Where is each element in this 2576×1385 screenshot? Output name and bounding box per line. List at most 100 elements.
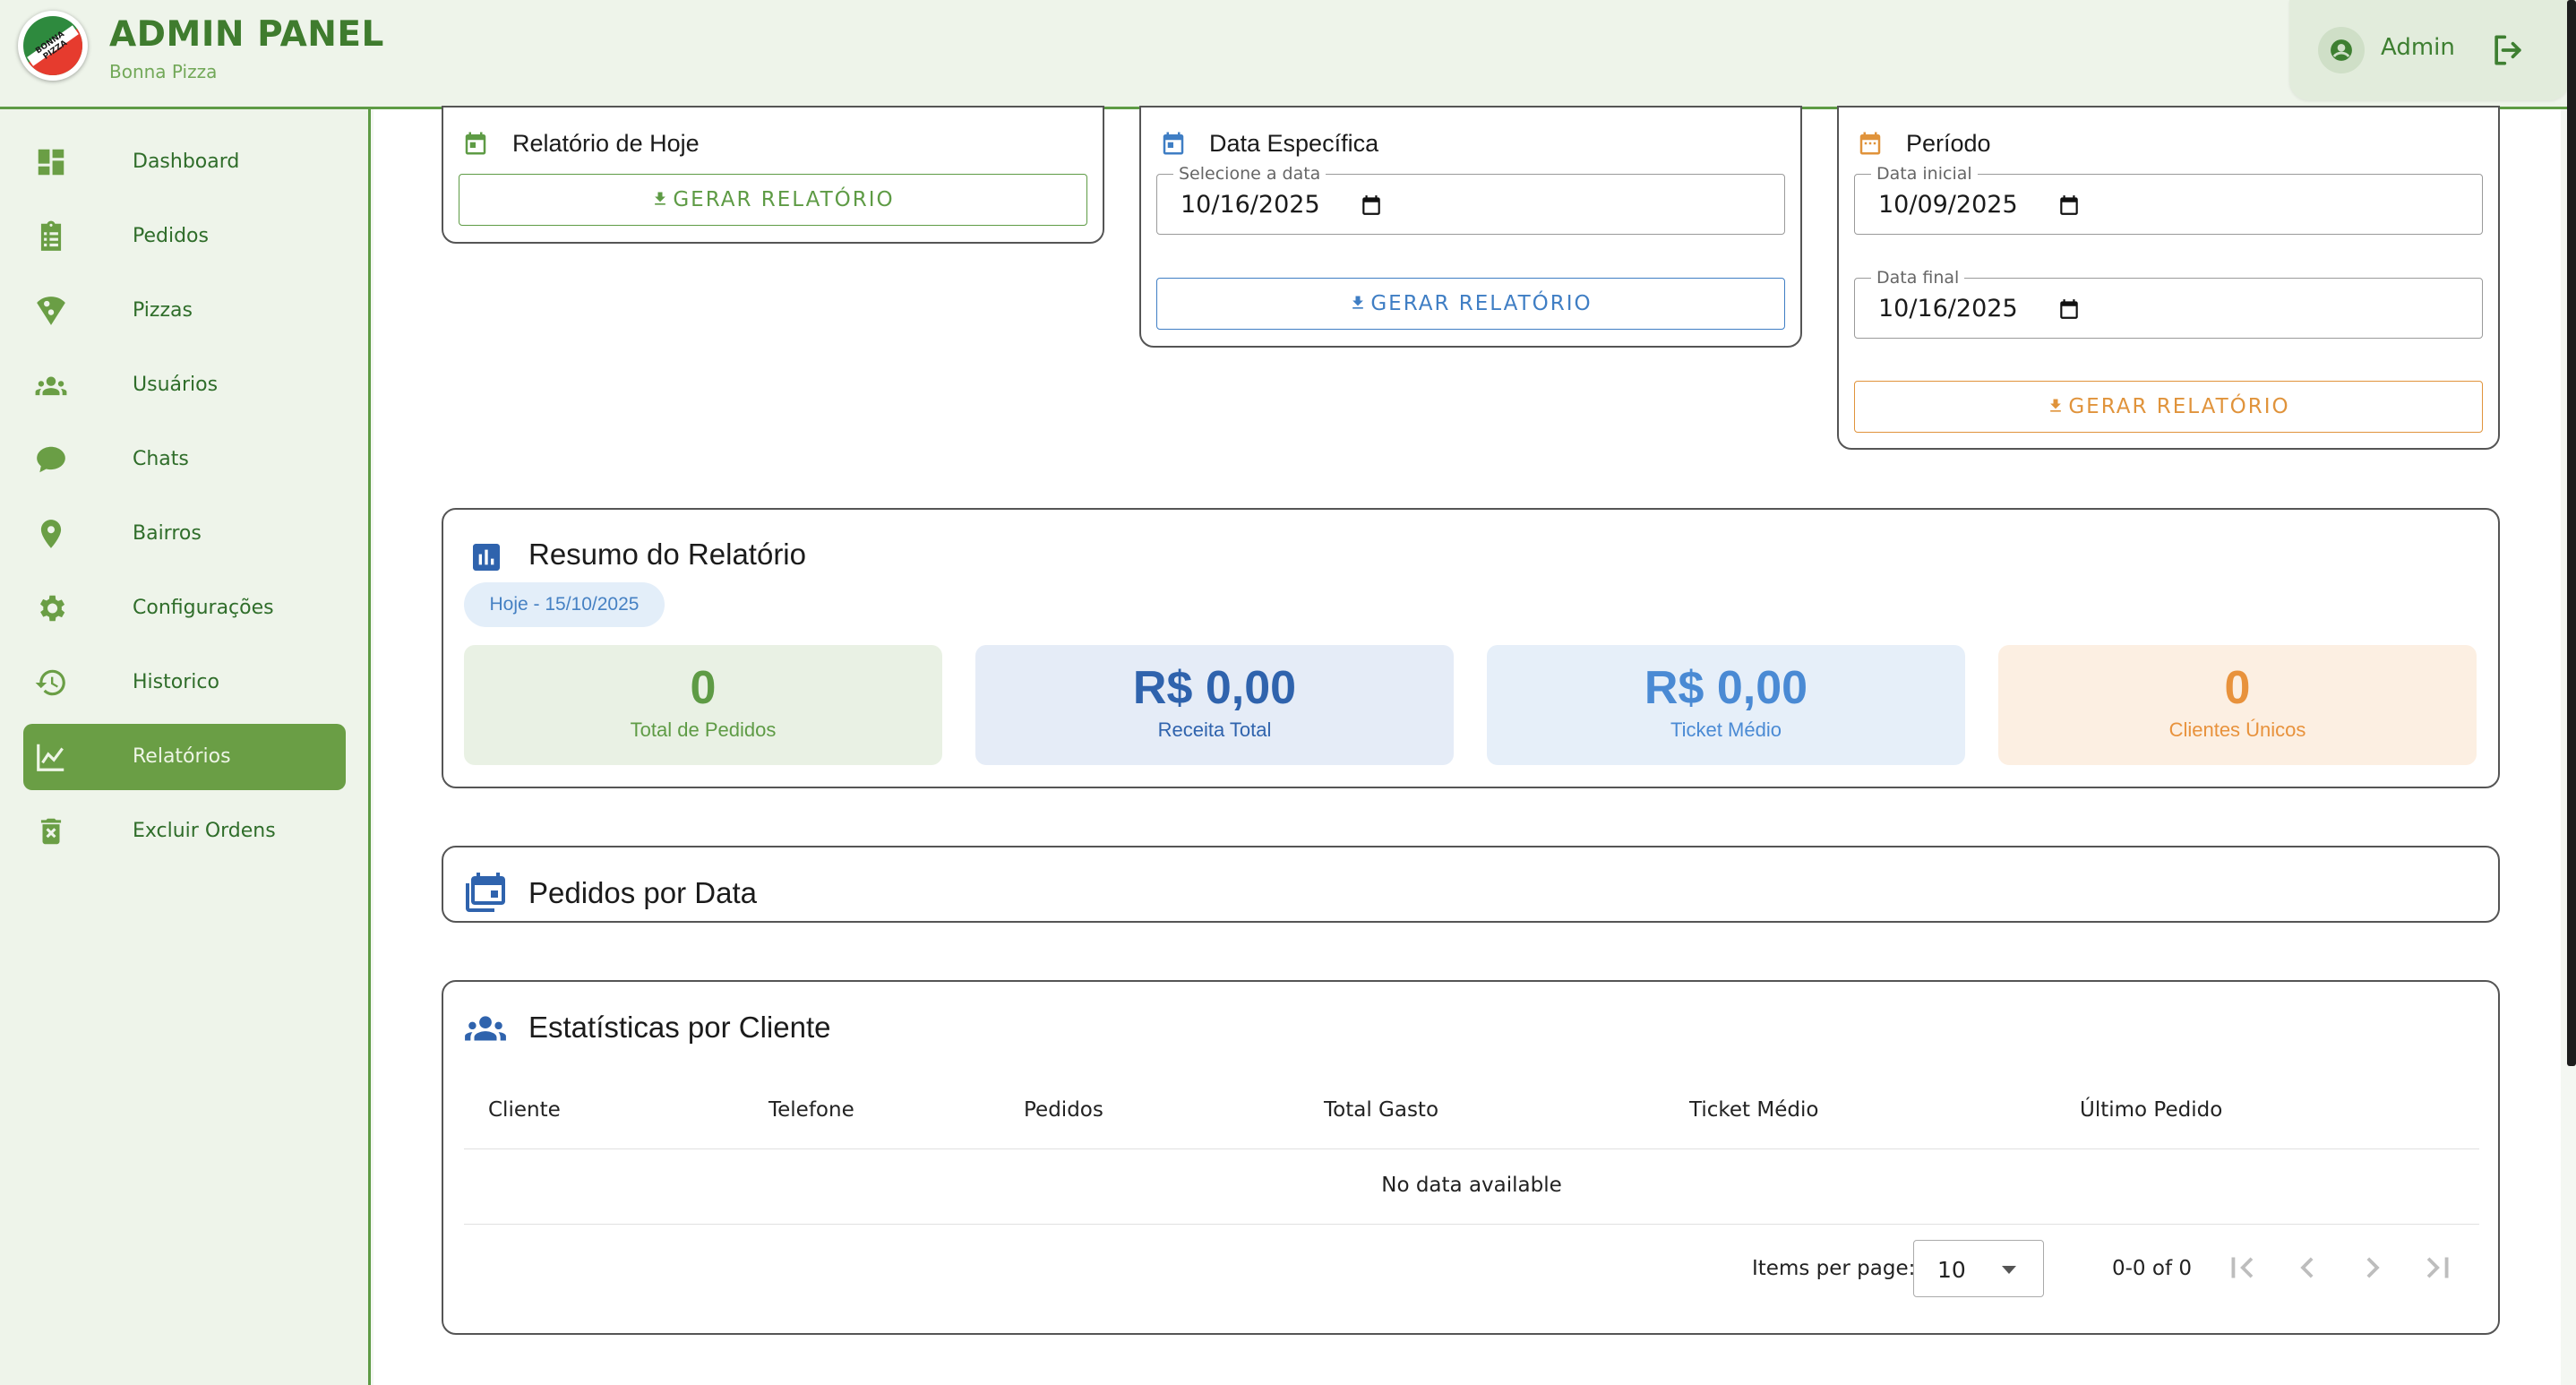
stat-total-revenue: R$ 0,00 Receita Total [975, 645, 1454, 765]
sidebar-item-pizzas[interactable]: Pizzas [23, 278, 346, 344]
sidebar-item-chats[interactable]: Chats [23, 426, 346, 493]
last-page-icon[interactable] [2417, 1247, 2459, 1288]
field-label: Data final [1871, 268, 1965, 288]
app-title: ADMIN PANEL [109, 14, 384, 55]
report-period-title: Período [1906, 130, 1991, 157]
download-icon [2050, 399, 2062, 412]
pagination-range: 0-0 of 0 [2112, 1257, 2192, 1280]
pizza-icon [37, 297, 65, 325]
button-label: GERAR RELATÓRIO [673, 188, 895, 211]
sidebar-item-label: Relatórios [133, 745, 231, 768]
user-avatar-icon[interactable] [2318, 27, 2365, 73]
chart-line-icon [37, 744, 64, 771]
app-subtitle: Bonna Pizza [109, 61, 218, 82]
user-name[interactable]: Admin [2381, 34, 2455, 61]
stat-value: R$ 0,00 [1644, 662, 1808, 714]
dashboard-icon [38, 149, 64, 176]
stat-label: Clientes Únicos [2168, 718, 2306, 741]
generate-today-report-button[interactable]: GERAR RELATÓRIO [459, 174, 1087, 226]
dropdown-arrow-icon [2002, 1266, 2016, 1274]
column-header-total-gasto[interactable]: Total Gasto [1324, 1098, 1438, 1122]
stat-label: Receita Total [1157, 718, 1272, 741]
location-pin-icon [40, 520, 62, 548]
column-header-pedidos[interactable]: Pedidos [1024, 1098, 1103, 1122]
sidebar-item-pedidos[interactable]: Pedidos [23, 203, 346, 270]
bonna-pizza-logo[interactable]: BONNA PIZZA [18, 11, 88, 81]
generate-period-report-button[interactable]: GERAR RELATÓRIO [1854, 381, 2483, 433]
orders-by-date-title: Pedidos por Data [528, 876, 757, 909]
report-specific-title: Data Específica [1209, 130, 1379, 157]
select-value: 10 [1937, 1257, 1966, 1283]
items-per-page-select[interactable]: 10 [1913, 1240, 2044, 1297]
sidebar-item-label: Dashboard [133, 151, 240, 173]
sidebar-item-excluir-ordens[interactable]: Excluir Ordens [23, 798, 346, 865]
next-page-icon[interactable] [2352, 1247, 2393, 1288]
sidebar-item-historico[interactable]: Historico [23, 649, 346, 716]
table-empty-message: No data available [1381, 1174, 1562, 1197]
period-chip: Hoje - 15/10/2025 [464, 582, 665, 627]
field-value: 10/16/2025 [1181, 191, 1320, 219]
gear-icon [39, 595, 65, 622]
date-picker-icon[interactable] [2057, 193, 2081, 218]
date-picker-icon[interactable] [1360, 193, 1383, 218]
stat-average-ticket: R$ 0,00 Ticket Médio [1487, 645, 1965, 765]
people-icon [35, 376, 67, 396]
generate-specific-report-button[interactable]: GERAR RELATÓRIO [1156, 278, 1785, 330]
sidebar-item-label: Historico [133, 671, 219, 693]
stat-value: 0 [690, 662, 717, 714]
table-divider [464, 1224, 2479, 1225]
column-header-telefone[interactable]: Telefone [769, 1098, 854, 1122]
sidebar-item-bairros[interactable]: Bairros [23, 501, 346, 567]
page-scrollbar[interactable] [2567, 0, 2576, 1066]
download-icon [655, 192, 666, 205]
people-icon [465, 1016, 506, 1041]
field-label: Selecione a data [1173, 164, 1327, 184]
history-icon [35, 669, 65, 696]
column-header-cliente[interactable]: Cliente [488, 1098, 561, 1122]
button-label: GERAR RELATÓRIO [1370, 292, 1593, 315]
chat-icon [37, 446, 65, 473]
report-today-title: Relatório de Hoje [512, 130, 700, 157]
column-header-ticket-medio[interactable]: Ticket Médio [1689, 1098, 1818, 1122]
sidebar-item-label: Chats [133, 448, 189, 470]
sidebar: Dashboard Pedidos Pizzas Usuários Chats … [0, 109, 371, 1385]
items-per-page-label: Items per page: [1752, 1257, 1916, 1280]
sidebar-item-label: Pizzas [133, 299, 193, 322]
end-date-field[interactable]: Data final 10/16/2025 [1854, 268, 2483, 339]
sidebar-item-relatorios[interactable]: Relatórios [23, 724, 346, 790]
sidebar-item-configuracoes[interactable]: Configurações [23, 575, 346, 641]
table-divider [464, 1148, 2479, 1149]
previous-page-icon[interactable] [2287, 1247, 2328, 1288]
download-icon [1352, 296, 1364, 309]
calendar-icon [1163, 132, 1184, 155]
sidebar-item-label: Usuários [133, 374, 219, 396]
field-value: 10/16/2025 [1878, 295, 2018, 323]
sidebar-item-label: Pedidos [133, 225, 209, 247]
calendar-icon [465, 132, 486, 155]
bar-chart-icon [473, 544, 500, 571]
field-label: Data inicial [1871, 164, 1978, 184]
sidebar-item-usuarios[interactable]: Usuários [23, 352, 346, 418]
sidebar-item-label: Configurações [133, 597, 274, 619]
report-summary-title: Resumo do Relatório [528, 538, 806, 571]
date-picker-icon[interactable] [2057, 297, 2081, 322]
logout-icon[interactable] [2488, 30, 2528, 70]
app-header: BONNA PIZZA ADMIN PANEL Bonna Pizza Admi… [0, 0, 2576, 109]
calendar-icon [1859, 132, 1881, 155]
stat-value: R$ 0,00 [1132, 662, 1297, 714]
field-value: 10/09/2025 [1878, 191, 2018, 219]
sidebar-item-dashboard[interactable]: Dashboard [23, 129, 346, 195]
specific-date-field[interactable]: Selecione a data 10/16/2025 [1156, 164, 1785, 235]
start-date-field[interactable]: Data inicial 10/09/2025 [1854, 164, 2483, 235]
button-label: GERAR RELATÓRIO [2068, 395, 2290, 418]
user-menu: Admin [2289, 0, 2569, 100]
stat-label: Total de Pedidos [630, 718, 777, 741]
stat-total-orders: 0 Total de Pedidos [464, 645, 942, 765]
sidebar-item-label: Bairros [133, 522, 202, 545]
column-header-ultimo-pedido[interactable]: Último Pedido [2080, 1098, 2222, 1122]
stat-label: Ticket Médio [1670, 718, 1782, 741]
first-page-icon[interactable] [2221, 1247, 2263, 1288]
client-stats-title: Estatísticas por Cliente [528, 1011, 831, 1044]
clipboard-icon [40, 220, 62, 251]
stat-unique-clients: 0 Clientes Únicos [1998, 645, 2477, 765]
